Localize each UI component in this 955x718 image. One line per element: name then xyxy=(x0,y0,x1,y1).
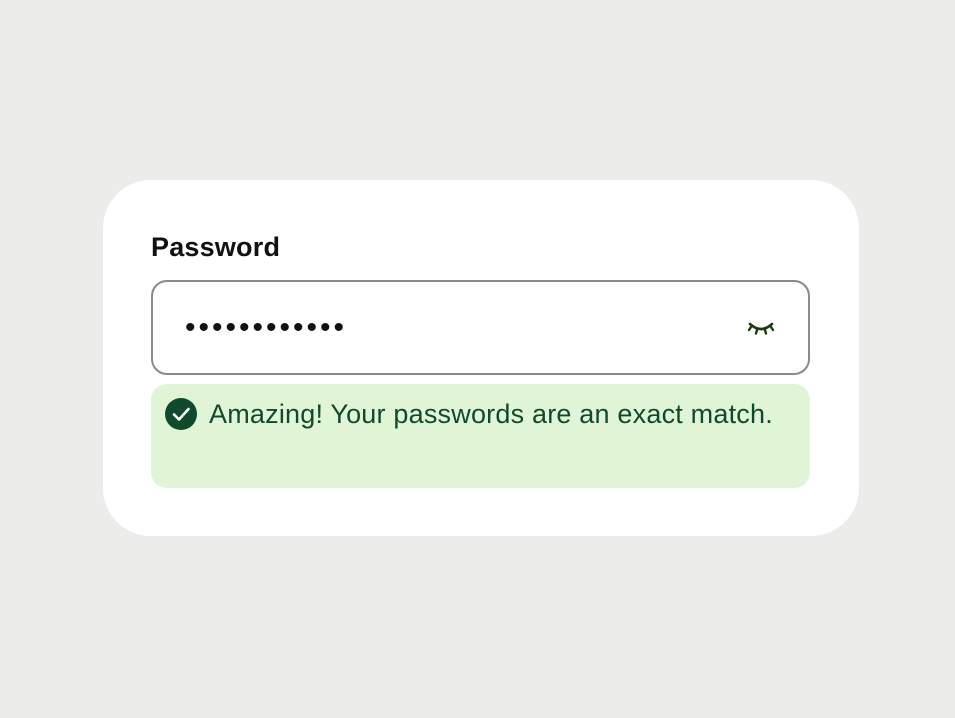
password-label: Password xyxy=(151,232,281,262)
password-match-message: Amazing! Your passwords are an exact mat… xyxy=(151,384,810,488)
match-message-text: Amazing! Your passwords are an exact mat… xyxy=(209,399,773,429)
show-password-toggle[interactable] xyxy=(746,317,776,339)
password-masked-value: •••••••••••• xyxy=(185,310,348,344)
password-input[interactable]: •••••••••••• xyxy=(151,280,810,375)
eye-closed-icon xyxy=(747,322,775,335)
password-card: Password •••••••••••• Amazing! Your pass… xyxy=(103,180,859,536)
check-circle-icon xyxy=(165,398,197,430)
